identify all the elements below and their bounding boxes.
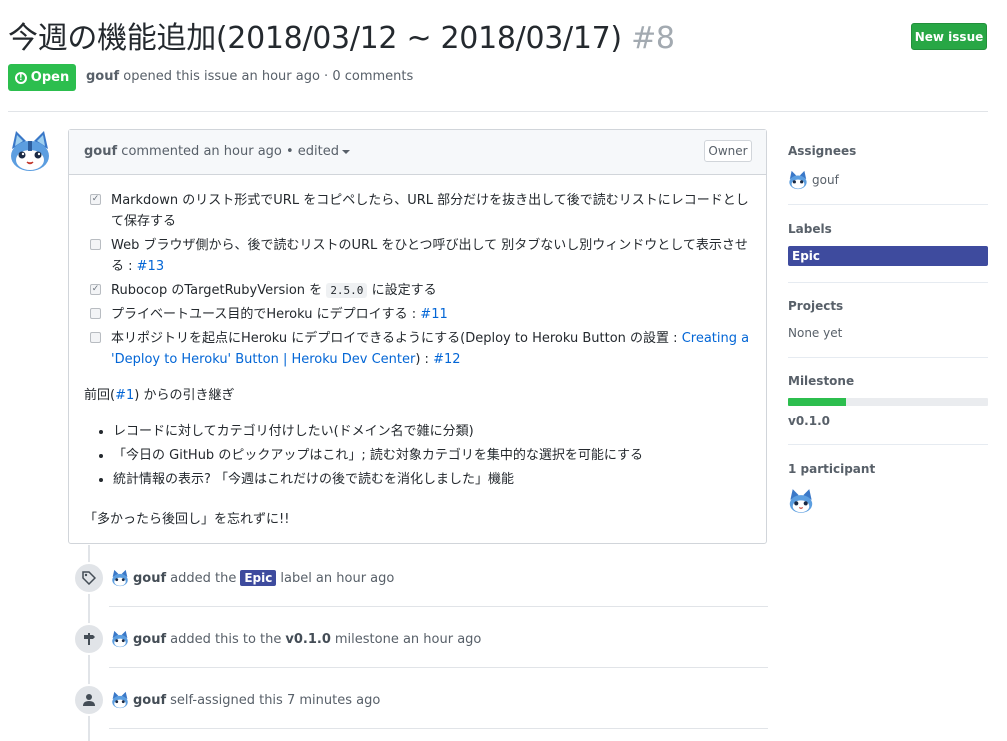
- status-label: Open: [30, 70, 70, 85]
- avatar[interactable]: [111, 691, 129, 709]
- task-text: Rubocop のTargetRubyVersion を: [111, 283, 323, 298]
- divider: [788, 357, 988, 358]
- milestone-link[interactable]: v0.1.0: [285, 632, 331, 647]
- timeline-event: gouf added the Epic label an hour ago: [111, 569, 394, 587]
- task-text: に設定する: [371, 283, 437, 298]
- tag-icon: [73, 562, 105, 594]
- issue-meta: gouf opened this issue an hour ago · 0 c…: [86, 69, 413, 84]
- avatar[interactable]: [788, 170, 808, 190]
- event-user[interactable]: gouf: [133, 693, 166, 708]
- avatar[interactable]: [8, 129, 52, 173]
- divider: [109, 728, 768, 729]
- task-item: ✓ Rubocop のTargetRubyVersion を 2.5.0 に設定…: [90, 280, 755, 301]
- list-item: 統計情報の表示? 「今週はこれだけの後で読むを消化しました」機能: [113, 470, 643, 490]
- milestone-progress-fill: [788, 398, 846, 406]
- assignee-name[interactable]: gouf: [812, 173, 839, 187]
- list-item: 「今日の GitHub のピックアップはこれ」; 読む対象カテゴリを集中的な選択…: [113, 446, 643, 466]
- event-text: milestone an hour ago: [334, 631, 482, 647]
- milestone-icon: [73, 623, 105, 655]
- event-user[interactable]: gouf: [133, 632, 166, 647]
- task-text: Markdown のリスト形式でURL をコピペしたら、URL 部分だけを抜き出…: [111, 193, 749, 229]
- carry-over-text: 前回(#1) からの引き継ぎ: [84, 386, 234, 406]
- event-text: added this to the: [170, 631, 282, 647]
- comment-meta: gouf commented an hour ago • edited: [84, 144, 351, 159]
- task-item: 本リポジトリを起点にHeroku にデプロイできるようにする(Deploy to…: [90, 328, 755, 370]
- comment-box: gouf commented an hour ago • edited Owne…: [68, 129, 767, 544]
- label-badge[interactable]: Epic: [788, 246, 988, 266]
- event-text: added the: [170, 570, 237, 586]
- avatar[interactable]: [788, 488, 814, 514]
- label-badge[interactable]: Epic: [240, 570, 277, 586]
- participants-heading: 1 participant: [788, 462, 876, 476]
- issue-opened-icon: !: [14, 71, 27, 84]
- milestone-heading[interactable]: Milestone: [788, 374, 854, 388]
- divider: [109, 606, 768, 607]
- projects-heading[interactable]: Projects: [788, 299, 843, 313]
- comment-header: gouf commented an hour ago • edited Owne…: [69, 130, 766, 175]
- person-icon: [73, 684, 105, 716]
- owner-badge: Owner: [704, 140, 752, 162]
- event-text: self-assigned this 7 minutes ago: [170, 692, 381, 708]
- comment-action[interactable]: commented an hour ago • edited: [121, 144, 339, 159]
- list-item: レコードに対してカテゴリ付けしたい(ドメイン名で雑に分類): [113, 422, 643, 442]
- divider: [788, 204, 988, 205]
- issue-link[interactable]: #12: [433, 352, 460, 367]
- inline-code: 2.5.0: [326, 283, 368, 298]
- labels-heading[interactable]: Labels: [788, 222, 832, 236]
- checkbox-checked[interactable]: ✓: [90, 194, 101, 205]
- chevron-down-icon[interactable]: [342, 149, 351, 154]
- issue-link[interactable]: #11: [420, 307, 447, 322]
- timeline-event: gouf self-assigned this 7 minutes ago: [111, 691, 380, 709]
- status-badge: ! Open: [8, 64, 76, 91]
- issue-title: 今週の機能追加(2018/03/12 ~ 2018/03/17) #8: [8, 18, 675, 60]
- task-text: ) :: [415, 352, 429, 367]
- new-issue-button[interactable]: New issue: [911, 23, 987, 50]
- divider: [788, 282, 988, 283]
- milestone-progress: [788, 398, 988, 406]
- issue-number: #8: [631, 21, 675, 56]
- avatar[interactable]: [111, 630, 129, 648]
- divider: [8, 111, 988, 112]
- issue-link[interactable]: #1: [115, 388, 134, 403]
- task-item: Web ブラウザ側から、後で読むリストのURL をひとつ呼び出して 別タブないし…: [90, 235, 755, 277]
- checkbox[interactable]: [90, 308, 101, 319]
- divider: [109, 667, 768, 668]
- assignee[interactable]: gouf: [788, 170, 839, 190]
- issue-meta-text: opened this issue an hour ago · 0 commen…: [123, 69, 414, 84]
- checkbox[interactable]: [90, 332, 101, 343]
- task-text: 本リポジトリを起点にHeroku にデプロイできるようにする(Deploy to…: [111, 331, 678, 346]
- task-item: プライベートユース目的でHeroku にデプロイする : #11: [90, 304, 755, 325]
- author-link[interactable]: gouf: [86, 69, 119, 84]
- event-user[interactable]: gouf: [133, 571, 166, 586]
- carry-over-prefix: 前回(: [84, 388, 116, 403]
- projects-value: None yet: [788, 326, 843, 340]
- task-text: プライベートユース目的でHeroku にデプロイする :: [111, 307, 417, 322]
- divider: [788, 444, 988, 445]
- bullet-list: レコードに対してカテゴリ付けしたい(ドメイン名で雑に分類) 「今日の GitHu…: [95, 422, 643, 494]
- task-text: Web ブラウザ側から、後で読むリストのURL をひとつ呼び出して 別タブないし…: [111, 238, 748, 274]
- carry-over-suffix: ) からの引き継ぎ: [134, 388, 235, 403]
- checkbox-checked[interactable]: ✓: [90, 284, 101, 295]
- issue-title-text: 今週の機能追加(2018/03/12 ~ 2018/03/17): [8, 21, 622, 56]
- milestone-link[interactable]: v0.1.0: [788, 414, 830, 428]
- comment-author[interactable]: gouf: [84, 144, 117, 159]
- task-list: ✓ Markdown のリスト形式でURL をコピペしたら、URL 部分だけを抜…: [90, 190, 755, 373]
- closing-text: 「多かったら後回し」を忘れずに!!: [84, 512, 290, 527]
- task-item: ✓ Markdown のリスト形式でURL をコピペしたら、URL 部分だけを抜…: [90, 190, 755, 232]
- issue-link[interactable]: #13: [137, 259, 164, 274]
- timeline-event: gouf added this to the v0.1.0 milestone …: [111, 630, 481, 648]
- event-text: label an hour ago: [280, 570, 395, 586]
- avatar[interactable]: [111, 569, 129, 587]
- checkbox[interactable]: [90, 239, 101, 250]
- assignees-heading[interactable]: Assignees: [788, 144, 856, 158]
